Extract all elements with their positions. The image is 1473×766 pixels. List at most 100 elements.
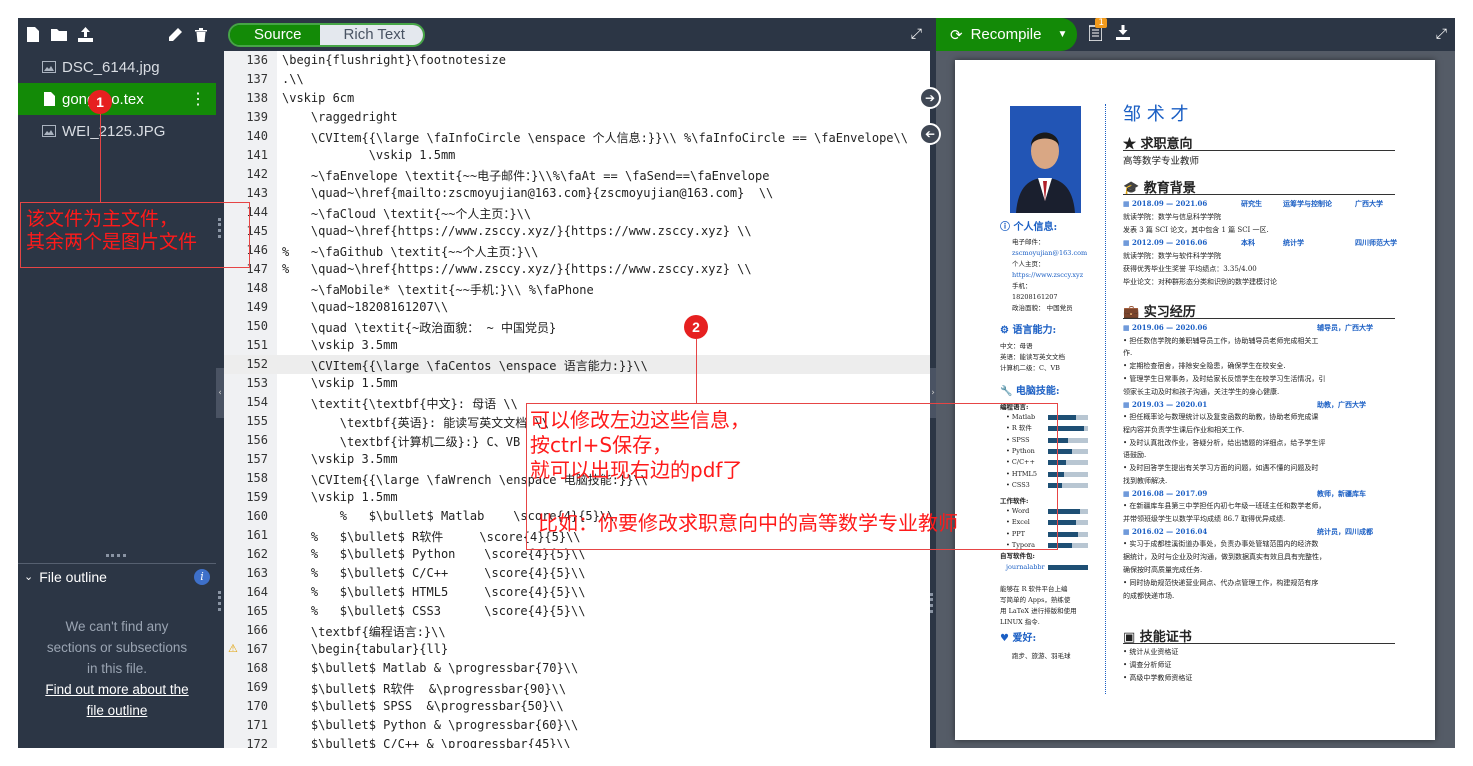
code-line[interactable]: \vskip 3.5mm [282,338,398,352]
code-line[interactable]: $\bullet$ Matlab & \progressbar{70}\\ [282,661,578,675]
line-number: 140 [246,129,268,143]
new-folder-icon[interactable] [50,26,68,44]
work-line: • 担任概率论与数理统计以及复变函数的助教，协助老师完成课 [1123,413,1319,421]
skill-bar-fill [1048,565,1088,570]
line-number: 169 [246,680,268,694]
work-role: 教师，新疆库车 [1317,488,1366,498]
tab-source[interactable]: Source [230,24,320,45]
code-line[interactable]: $\bullet$ R软件 &\progressbar{90}\\ [282,680,566,697]
code-line[interactable]: $\bullet$ C/C++ & \progressbar{45}\\ [282,737,571,748]
pencil-icon[interactable] [166,26,184,44]
code-line[interactable]: \vskip 1.5mm [282,490,398,504]
code-line[interactable]: % $\bullet$ HTML5 \score{4}{5}\\ [282,585,586,599]
line-number: 162 [246,547,268,561]
code-line[interactable]: \vskip 6cm [282,91,354,105]
work-date: ▦ 2016.02 — 2016.04 [1123,526,1208,536]
self-label: 自写软件包: [1000,552,1035,560]
edu-degree: 本科 [1241,238,1255,247]
section-rule [1123,194,1395,195]
code-line[interactable]: $\bullet$ SPSS &\progressbar{50}\\ [282,699,564,713]
download-icon[interactable] [1116,25,1131,44]
recompile-button[interactable]: ⟳ Recompile ▼ [936,18,1078,51]
code-line[interactable]: % $\bullet$ C/C++ \score{4}{5}\\ [282,566,586,580]
line-number: 157 [246,452,268,466]
line-number: 158 [246,471,268,485]
line-number: 154 [246,395,268,409]
expand-icon[interactable]: ⤢ [911,26,922,42]
code-line[interactable]: \vskip 3.5mm [282,452,398,466]
code-line[interactable]: % \quad~\href{https://www.zsccy.xyz/}{ht… [282,262,752,276]
upload-icon[interactable] [76,26,94,44]
image-icon [42,124,56,138]
sync-to-code-icon[interactable]: ➔ [919,123,941,145]
line-number: 137 [246,72,268,86]
cert-item: • 调查分析师证 [1123,661,1172,669]
code-line[interactable]: $\bullet$ Python & \progressbar{60}\\ [282,718,578,732]
outline-help-link[interactable]: Find out more about the file outline [18,679,216,721]
splitter-grip[interactable] [930,593,933,613]
code-line[interactable]: \quad \textit{~政治面貌： ~ 中国党员} [282,319,556,336]
code-line[interactable]: \textbf{编程语言:}\\ [282,623,446,640]
caret-down-icon[interactable]: ▼ [1057,29,1067,40]
link-line: Find out more about the [45,682,189,697]
file-name: DSC_6144.jpg [62,58,160,76]
code-line[interactable]: \quad~18208161207\\ [282,300,448,314]
new-file-icon[interactable] [24,26,42,44]
code-line[interactable]: % $\bullet$ CSS3 \score{4}{5}\\ [282,604,586,618]
trash-icon[interactable] [192,26,210,44]
logs-icon[interactable]: 1 [1088,18,1108,45]
edu-line: 毕业论文：对种群形态分类和识别的数学建模讨论 [1123,278,1277,286]
file-item-wei-jpg[interactable]: WEI_2125.JPG [18,115,216,147]
code-line[interactable]: \raggedright [282,110,398,124]
cert-item: • 高级中学教师资格证 [1123,674,1193,682]
doc-icon [42,92,56,106]
code-line[interactable]: \quad~\href{https://www.zsccy.xyz/}{http… [282,224,752,238]
code-line[interactable]: \begin{flushright}\footnotesize [282,53,506,67]
work-line: 程内容并负责学生课后作业和相关工作. [1123,425,1245,434]
file-item-tex[interactable]: gongzuo.tex ⋮ [18,83,216,115]
code-line[interactable]: \textit{\textbf{中文}: 母语 \\ [282,395,518,412]
expand-icon[interactable]: ⤢ [1436,26,1447,42]
edu-date: ▦ 2018.09 — 2021.06 [1123,199,1208,208]
code-line[interactable]: ~\faEnvelope \textit{~~电子邮件：}\\%\faAt ==… [282,167,770,184]
code-line[interactable]: \vskip 1.5mm [282,148,456,162]
overleaf-app: DSC_6144.jpg gongzuo.tex ⋮ WEI_2125.JPG … [18,18,1455,748]
splitter-grip[interactable] [218,591,221,611]
code-line[interactable]: \textbf{计算机二级}:} C、VB [282,433,520,450]
info-title: ⓘ 个人信息: [1000,222,1058,233]
tab-rich-text[interactable]: Rich Text [319,24,423,45]
sync-to-pdf-icon[interactable]: ➔ [919,87,941,109]
work-line: 的成都快递市场. [1123,591,1175,600]
code-line[interactable]: \CVItem{{\large \faCentos \enspace 语言能力:… [282,357,648,374]
kebab-menu-icon[interactable]: ⋮ [190,89,206,109]
code-line[interactable]: \CVItem{{\large \faInfoCircle \enspace 个… [282,129,908,146]
work-line: • 及时认真批改作业，答疑分析，给出错题的详细点，给予学生评 [1123,438,1326,447]
line-number: 161 [246,528,268,542]
code-line[interactable]: % ~\faGithub \textit{~~个人主页：}\\ [282,243,538,260]
code-line[interactable]: ~\faCloud \textit{~~个人主页：}\\ [282,205,531,222]
work-line: 语鼓励. [1123,451,1147,460]
info-icon[interactable]: i [194,568,210,585]
line-number: 167 [246,642,268,656]
code-line[interactable]: ~\faMobile* \textit{~~手机：}\\ %\faPhone [282,281,594,298]
annotation-badge-1: 1 [88,90,112,114]
splitter-grip-h[interactable] [106,554,126,557]
profile-photo [1010,106,1081,213]
link-line: file outline [86,703,148,718]
code-line[interactable]: .\\ [282,72,304,86]
outline-empty-line: We can't find any [65,619,169,634]
code-line[interactable]: \quad~\href{mailto:zscmoyujian@163.com}{… [282,186,773,200]
pdf-panel: ⟳ Recompile ▼ 1 ⤢ 邹 术 才 ★ 求职意向 高等数学专业教师 … [936,18,1455,748]
file-item-dsc-jpg[interactable]: DSC_6144.jpg [18,51,216,83]
code-line[interactable]: \textbf{英语}: 能读写英文文档 \\ [282,414,549,431]
annotation-line [696,339,697,404]
code-line[interactable]: \begin{tabular}{ll} [282,642,448,656]
code-line[interactable]: \vskip 1.5mm [282,376,398,390]
line-number: 165 [246,604,268,618]
file-outline-header[interactable]: ⌄ File outline i [18,563,216,589]
note-line: 写简单的 Apps，熟练使 [1000,596,1071,604]
outline-title: File outline [39,568,107,585]
collapse-left-handle[interactable]: ‹ [216,368,224,418]
line-number: 142 [246,167,268,181]
info-line: 手机： [1012,282,1032,290]
